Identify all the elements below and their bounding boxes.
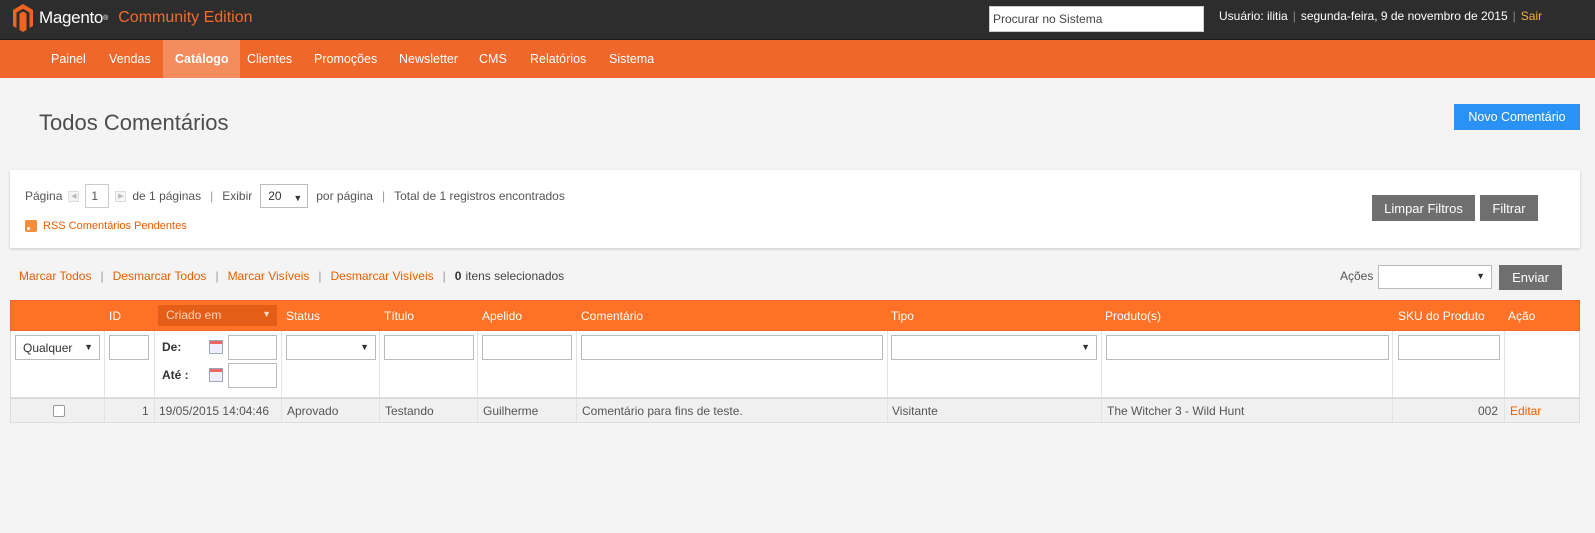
cell-nickname: Guilherme (483, 404, 539, 418)
col-header-nickname[interactable]: Apelido (482, 309, 522, 323)
nav-item-sistema[interactable]: Sistema (609, 40, 654, 78)
nav-item-promocoes[interactable]: Promoções (314, 40, 377, 78)
filter-sku-input[interactable] (1398, 335, 1500, 360)
nav-item-clientes[interactable]: Clientes (247, 40, 292, 78)
page-title: Todos Comentários (39, 110, 229, 135)
cell-type: Visitante (892, 404, 938, 418)
reset-filters-button[interactable]: Limpar Filtros (1372, 195, 1475, 221)
col-header-review[interactable]: Comentário (581, 309, 643, 323)
cell-sku: 002 (1478, 404, 1499, 418)
cell-product: The Witcher 3 - Wild Hunt (1107, 404, 1245, 418)
filter-date-to-input[interactable] (228, 363, 277, 388)
col-header-id[interactable]: ID (109, 309, 121, 323)
calendar-icon[interactable] (209, 368, 223, 382)
cell-status: Aprovado (287, 404, 339, 418)
actions-label: Ações (1340, 269, 1374, 283)
main-nav: Painel Vendas Catálogo Clientes Promoçõe… (0, 40, 1595, 78)
col-header-type[interactable]: Tipo (891, 309, 914, 323)
filter-nickname-input[interactable] (482, 335, 572, 360)
new-review-button[interactable]: Novo Comentário (1454, 104, 1580, 130)
chevron-down-icon: ▼ (293, 193, 303, 203)
header-user: Usuário: ilitia (1219, 9, 1288, 23)
select-visible-link[interactable]: Marcar Visíveis (228, 269, 310, 283)
grid-toolbar: Página ◀ 1 ▶ de 1 páginas | Exibir 20 ▼ p… (10, 170, 1580, 248)
filter-product-input[interactable] (1106, 335, 1389, 360)
col-header-sku[interactable]: SKU do Produto (1398, 309, 1485, 323)
filter-massaction-select[interactable]: Qualquer ▼ (15, 335, 100, 360)
select-all-link[interactable]: Marcar Todos (19, 269, 91, 283)
cell-id: 1 (142, 404, 149, 418)
grid-header-row: ID Criado em ▼ Status Título Apelido Com… (10, 300, 1580, 331)
per-page-value: 20 (268, 189, 282, 203)
filter-type-select[interactable]: ▼ (891, 335, 1097, 360)
nav-item-painel[interactable]: Painel (51, 40, 86, 78)
filter-date-from-input[interactable] (228, 335, 277, 360)
table-row[interactable]: 1 19/05/2015 14:04:46 Aprovado Testando … (10, 398, 1580, 423)
submit-action-button[interactable]: Enviar (1499, 265, 1562, 290)
page-input[interactable]: 1 (85, 184, 110, 208)
filter-any-option: Qualquer (23, 341, 73, 355)
cell-title: Testando (385, 404, 434, 418)
chevron-down-icon: ▼ (1476, 271, 1485, 281)
massaction-bar: Marcar Todos | Desmarcar Todos | Marcar … (19, 269, 565, 283)
top-header: Magento ® Community Edition Procurar no … (0, 0, 1595, 40)
col-header-product[interactable]: Produto(s) (1105, 309, 1161, 323)
calendar-icon[interactable] (209, 340, 223, 354)
unselect-visible-link[interactable]: Desmarcar Visíveis (330, 269, 433, 283)
per-page-select[interactable]: 20 ▼ (260, 184, 309, 208)
chevron-down-icon: ▼ (84, 342, 93, 352)
filter-button[interactable]: Filtrar (1480, 195, 1538, 221)
magento-logo[interactable]: Magento ® Community Edition (12, 3, 253, 33)
unselect-all-link[interactable]: Desmarcar Todos (113, 269, 207, 283)
logout-link[interactable]: Sair (1521, 9, 1542, 23)
per-page-label: por página (316, 189, 373, 203)
nav-item-newsletter[interactable]: Newsletter (399, 40, 458, 78)
nav-item-relatorios[interactable]: Relatórios (530, 40, 586, 78)
sort-desc-icon: ▼ (262, 309, 271, 319)
filter-from-label: De: (162, 340, 182, 354)
filter-to-label: Até : (162, 368, 189, 382)
col-header-created[interactable]: Criado em ▼ (158, 305, 277, 326)
col-header-action: Ação (1508, 309, 1536, 323)
logo-trademark: ® (103, 14, 109, 22)
reviews-grid: ID Criado em ▼ Status Título Apelido Com… (10, 300, 1580, 423)
nav-item-catalogo[interactable]: Catálogo (163, 40, 241, 78)
next-page-icon[interactable]: ▶ (115, 190, 127, 202)
col-header-created-label: Criado em (166, 308, 222, 322)
nav-item-vendas[interactable]: Vendas (109, 40, 151, 78)
row-checkbox[interactable] (53, 405, 65, 417)
chevron-down-icon: ▼ (360, 342, 369, 352)
logo-edition: Community Edition (118, 9, 253, 26)
cell-created: 19/05/2015 14:04:46 (159, 404, 270, 418)
of-pages-text: de 1 páginas (132, 189, 202, 203)
header-date: segunda-feira, 9 de novembro de 2015 (1300, 9, 1508, 23)
page-label: Página (25, 189, 63, 203)
actions-select[interactable]: ▼ (1378, 265, 1492, 289)
show-label: Exibir (222, 189, 253, 203)
edit-link[interactable]: Editar (1510, 404, 1541, 418)
cell-review: Comentário para fins de teste. (582, 404, 743, 418)
header-user-info: Usuário: ilitia | segunda-feira, 9 de nove… (1219, 9, 1543, 23)
magento-logo-icon (13, 4, 33, 32)
total-records-text: Total de 1 registros encontrados (394, 189, 565, 203)
col-header-title[interactable]: Título (384, 309, 414, 323)
logo-text: Magento (39, 8, 104, 27)
selected-count: 0 (454, 269, 462, 283)
nav-item-cms[interactable]: CMS (479, 40, 507, 78)
rss-label: RSS Comentários Pendentes (43, 220, 187, 232)
chevron-down-icon: ▼ (1081, 342, 1090, 352)
rss-icon (25, 220, 37, 232)
grid-filter-row: Qualquer ▼ De: Até : ▼ ▼ (10, 331, 1580, 398)
filter-title-input[interactable] (384, 335, 474, 360)
filter-status-select[interactable]: ▼ (286, 335, 376, 360)
filter-id-input[interactable] (109, 335, 149, 360)
filter-review-input[interactable] (581, 335, 883, 360)
prev-page-icon[interactable]: ◀ (68, 190, 80, 202)
col-header-status[interactable]: Status (286, 309, 320, 323)
global-search-placeholder: Procurar no Sistema (993, 12, 1103, 26)
global-search-input[interactable]: Procurar no Sistema (989, 6, 1204, 32)
rss-link[interactable]: RSS Comentários Pendentes (25, 220, 187, 232)
pager: Página ◀ 1 ▶ de 1 páginas | Exibir 20 ▼ p… (25, 184, 565, 208)
selected-label: itens selecionados (465, 269, 565, 283)
